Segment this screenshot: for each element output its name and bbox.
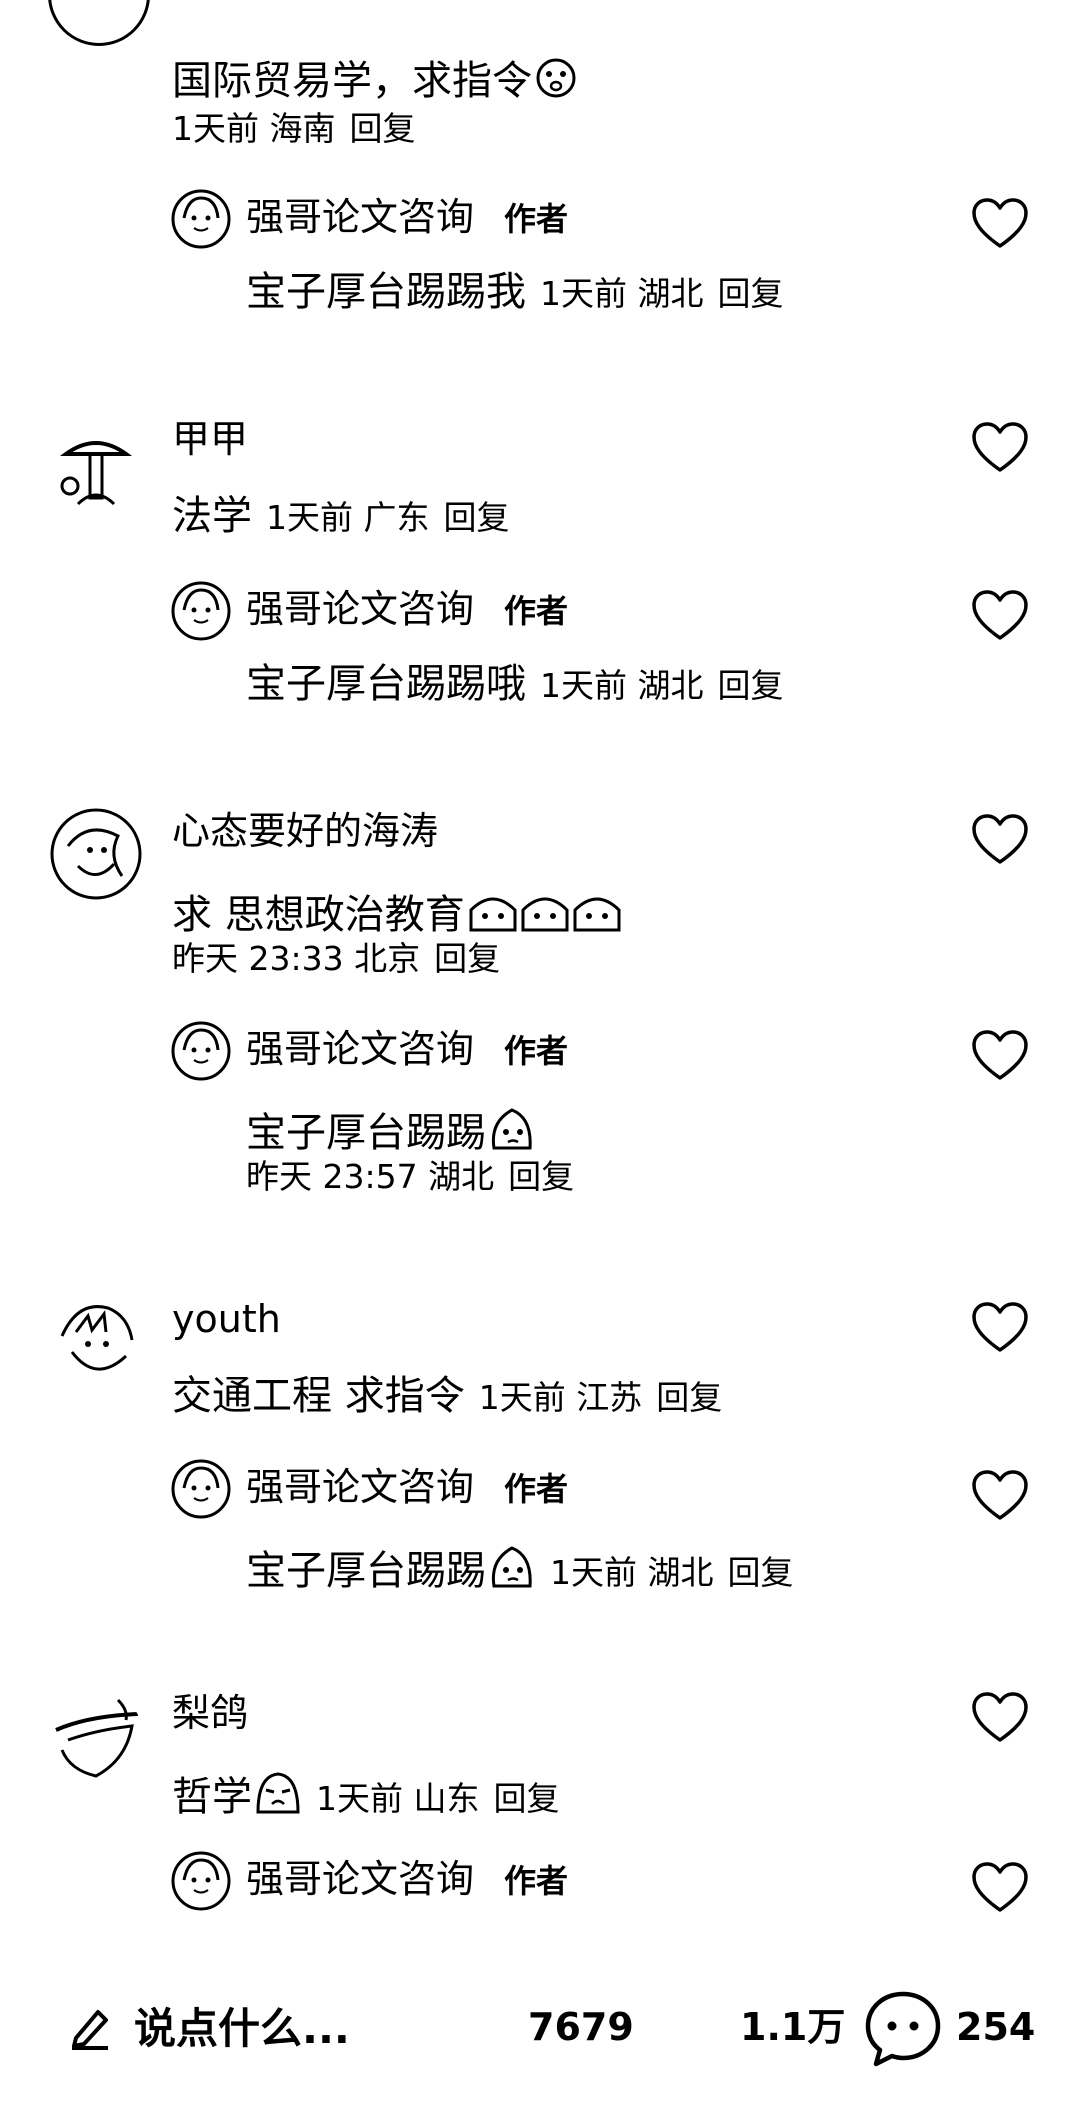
- emoji-icon: [491, 1546, 532, 1588]
- emoji-icon: [536, 58, 576, 98]
- reply-author-name[interactable]: 强哥论文咨询: [246, 1857, 474, 1901]
- reply-link[interactable]: 回复: [718, 274, 784, 313]
- reply-link[interactable]: 回复: [656, 1378, 722, 1417]
- username[interactable]: 甲甲: [172, 420, 248, 458]
- like-heart-icon[interactable]: [970, 1468, 1030, 1524]
- like-heart-icon[interactable]: [970, 1300, 1030, 1356]
- reply-link[interactable]: 回复: [494, 1779, 560, 1818]
- reply-link[interactable]: 回复: [728, 1553, 794, 1592]
- reply-body: 宝子厚台踢踢 1天前 湖北 回复: [246, 1542, 794, 1591]
- comment-input[interactable]: 说点什么...: [68, 1990, 388, 2064]
- author-avatar[interactable]: [170, 1458, 232, 1520]
- author-avatar[interactable]: [170, 580, 232, 642]
- avatar-illustration-icon: [50, 808, 142, 900]
- like-heart-icon[interactable]: [970, 1690, 1030, 1746]
- reply-author-name[interactable]: 强哥论文咨询: [246, 195, 474, 239]
- author-avatar[interactable]: [170, 1850, 232, 1912]
- author-badge: 作者: [504, 1032, 569, 1070]
- comment-feed: 国际贸易学，求指令 1天前 海南 回复 强哥论文咨询 作者 宝子厚台踢踢我 1天前 湖…: [0, 0, 1080, 1960]
- avatar-illustration-icon: [171, 1021, 231, 1081]
- chat-bubble-icon[interactable]: [862, 1988, 944, 2070]
- username[interactable]: youth: [172, 1300, 281, 1338]
- like-heart-icon[interactable]: [970, 588, 1030, 644]
- reply-author-line: 强哥论文咨询 作者: [246, 198, 568, 236]
- avatar-illustration-icon: [171, 1851, 231, 1911]
- avatar-illustration-icon: [60, 1305, 134, 1371]
- author-avatar[interactable]: [170, 188, 232, 250]
- comment-body: 交通工程 求指令 1天前 江苏 回复: [172, 1373, 723, 1419]
- username[interactable]: 梨鸽: [172, 1694, 248, 1732]
- author-badge: 作者: [504, 200, 569, 238]
- reply-link[interactable]: 回复: [434, 939, 500, 978]
- reply-author-name[interactable]: 强哥论文咨询: [246, 1027, 474, 1071]
- like-heart-icon[interactable]: [970, 1028, 1030, 1084]
- comment-meta: 1天前 海南 回复: [172, 109, 416, 148]
- author-badge: 作者: [504, 1470, 569, 1508]
- username[interactable]: 心态要好的海涛: [172, 812, 438, 850]
- like-heart-icon[interactable]: [970, 196, 1030, 252]
- user-avatar[interactable]: [48, 806, 144, 902]
- reply-link[interactable]: 回复: [350, 109, 416, 148]
- reply-author-name[interactable]: 强哥论文咨询: [246, 587, 474, 631]
- avatar[interactable]: [48, 0, 150, 46]
- favorites-count[interactable]: 1.1万: [740, 2008, 845, 2046]
- like-heart-icon[interactable]: [970, 1860, 1030, 1916]
- avatar-illustration-icon: [59, 441, 133, 506]
- author-avatar[interactable]: [170, 1020, 232, 1082]
- emoji-icon: [256, 1772, 300, 1814]
- comment-body: 求 思想政治教育: [172, 886, 623, 935]
- comment-body: 国际贸易学，求指令: [172, 56, 578, 101]
- user-avatar[interactable]: [48, 424, 144, 520]
- avatar-illustration-icon: [55, 1698, 139, 1778]
- input-placeholder: 说点什么...: [134, 2004, 350, 2053]
- comment-body: 法学 1天前 广东 回复: [172, 493, 510, 539]
- reply-body: 宝子厚台踢踢哦 1天前 湖北 回复: [246, 661, 784, 707]
- emoji-icon: [491, 1108, 532, 1150]
- avatar-illustration-icon: [171, 1459, 231, 1519]
- comment-body: 哲学 1天前 山东 回复: [172, 1768, 560, 1817]
- likes-count[interactable]: 7679: [528, 2008, 634, 2046]
- reply-body: 宝子厚台踢踢: [246, 1104, 536, 1153]
- avatar-illustration-icon: [171, 189, 231, 249]
- reply-link[interactable]: 回复: [718, 666, 784, 705]
- like-heart-icon[interactable]: [970, 812, 1030, 868]
- author-badge: 作者: [504, 592, 569, 630]
- like-heart-icon[interactable]: [970, 420, 1030, 476]
- comments-count[interactable]: 254: [956, 2008, 1035, 2046]
- user-avatar[interactable]: [48, 1296, 144, 1392]
- bottom-bar: 说点什么... 7679 1.1万 254: [0, 1960, 1080, 2108]
- avatar-illustration-icon: [171, 581, 231, 641]
- reply-body: 宝子厚台踢踢我 1天前 湖北 回复: [246, 269, 784, 315]
- reply-author-line: 强哥论文咨询 作者: [246, 1468, 568, 1506]
- pencil-icon: [72, 2010, 108, 2050]
- reply-meta: 昨天 23:57 湖北 回复: [246, 1157, 575, 1196]
- reply-author-name[interactable]: 强哥论文咨询: [246, 1465, 474, 1509]
- reply-author-line: 强哥论文咨询 作者: [246, 1860, 568, 1898]
- reply-author-line: 强哥论文咨询 作者: [246, 590, 568, 628]
- reply-author-line: 强哥论文咨询 作者: [246, 1030, 568, 1068]
- user-avatar[interactable]: [48, 1690, 144, 1786]
- reply-link[interactable]: 回复: [508, 1157, 574, 1196]
- author-badge: 作者: [504, 1862, 569, 1900]
- emoji-icon: [469, 897, 621, 932]
- reply-link[interactable]: 回复: [444, 498, 510, 537]
- comment-meta: 昨天 23:33 北京 回复: [172, 939, 501, 978]
